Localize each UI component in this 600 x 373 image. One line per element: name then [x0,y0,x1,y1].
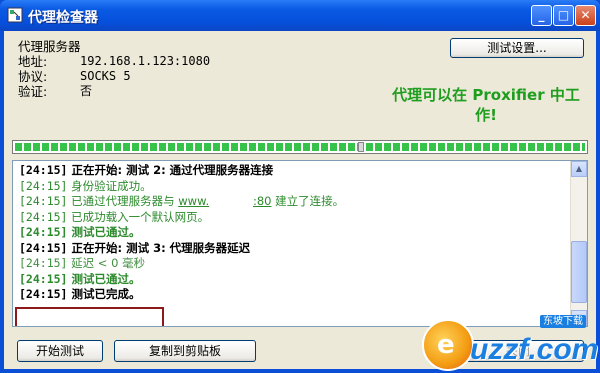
log-line: [24:15] 测试已通过。 [19,225,569,241]
protocol-value: SOCKS 5 [80,69,131,83]
log-text: 正在开始: 测试 3: 代理服务器延迟 [67,240,251,255]
log-tail: 建立了连接。 [271,194,345,208]
copy-to-clipboard-button[interactable]: 复制到剪贴板 [114,340,256,362]
scroll-up-arrow-icon[interactable]: ▲ [571,161,587,177]
log-text: 测试已通过。 [67,225,141,239]
log-line: [24:15] 测试已完成。 [19,287,569,303]
log-text: 身份验证成功。 [67,178,152,193]
log-port: :80 [252,194,272,208]
log-timestamp: [24:15] [19,178,68,193]
proxy-info: 代理服务器 地址: 192.168.1.123:1080 协议: SOCKS 5… [18,39,210,99]
title-bar[interactable]: 代理检查器 _ □ ✕ [0,0,600,31]
log-text: 测试已通过。 [67,271,141,286]
dialog-body: 代理服务器 地址: 192.168.1.123:1080 协议: SOCKS 5… [4,31,598,371]
log-timestamp: [24:15] [19,256,68,270]
progress-marker [358,142,364,152]
log-line: [24:15] 身份验证成功。 [19,179,569,195]
scroll-thumb[interactable] [571,241,587,303]
window-title: 代理检查器 [28,10,98,26]
log-url-link[interactable]: www. [178,194,209,208]
highlight-box [15,307,164,326]
auth-label: 验证: [18,84,48,99]
log-panel[interactable]: [24:15] 正在开始: 测试 2: 通过代理服务器连接 [24:15] 身份验… [12,160,588,327]
log-line: [24:15] 已通过代理服务器与 www. :80 建立了连接。 [19,194,569,210]
log-text: 测试已完成。 [67,287,141,301]
log-timestamp: [24:15] [19,240,68,255]
log-timestamp: [24:15] [19,287,68,301]
watermark: e uzzf.com 东坡下载 [422,313,598,373]
log-text: 延迟 < 0 毫秒 [67,256,146,270]
watermark-logo-icon: e [422,319,474,371]
progress-fill [15,143,585,151]
watermark-badge: 东坡下载 [540,315,586,328]
log-line: [24:15] 延迟 < 0 毫秒 [19,256,569,272]
close-window-button[interactable]: ✕ [575,5,596,26]
log-text: 已成功载入一个默认网页。 [67,209,210,224]
maximize-button[interactable]: □ [553,5,574,26]
log-timestamp: [24:15] [19,209,68,224]
app-icon [7,7,23,23]
log-text: 正在开始: 测试 2: 通过代理服务器连接 [67,163,274,177]
log-timestamp: [24:15] [19,225,68,239]
address-value: 192.168.1.123:1080 [80,54,211,68]
test-settings-button[interactable]: 测试设置... [450,38,584,58]
address-label: 地址: [18,54,48,69]
proxy-server-heading: 代理服务器 [18,39,81,54]
log-lines: [24:15] 正在开始: 测试 2: 通过代理服务器连接 [24:15] 身份验… [19,163,569,303]
minimize-button[interactable]: _ [531,5,552,26]
log-gap [209,194,253,208]
log-timestamp: [24:15] [19,194,68,208]
watermark-text: uzzf.com [470,333,599,366]
log-timestamp: [24:15] [19,271,68,286]
log-line: [24:15] 正在开始: 测试 3: 代理服务器延迟 [19,241,569,257]
log-line: [24:15] 测试已通过。 [19,272,569,288]
log-scrollbar[interactable]: ▲ ▼ [570,161,587,326]
log-line: [24:15] 已成功载入一个默认网页。 [19,210,569,226]
status-message: 代理可以在 Proxifier 中工作! [392,86,580,124]
auth-value: 否 [80,84,93,98]
start-test-button[interactable]: 开始测试 [17,340,103,362]
protocol-label: 协议: [18,69,48,84]
log-timestamp: [24:15] [19,163,68,177]
log-text: 已通过代理服务器与 [67,194,179,208]
progress-bar [12,140,588,154]
proxy-checker-window: 代理检查器 _ □ ✕ 代理服务器 地址: 192.168.1.123:1080… [0,0,600,373]
log-line: [24:15] 正在开始: 测试 2: 通过代理服务器连接 [19,163,569,179]
